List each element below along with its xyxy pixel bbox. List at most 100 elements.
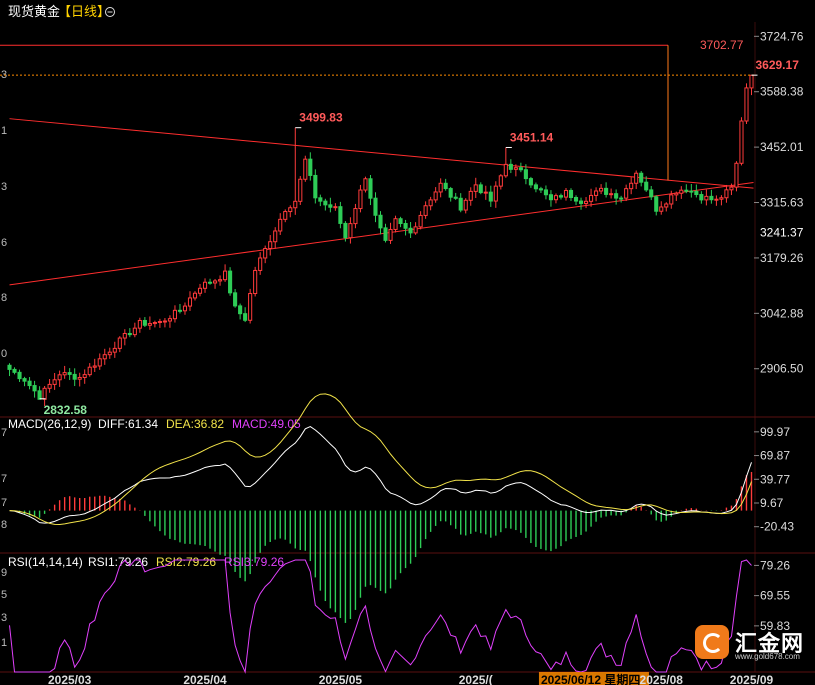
candle-body: [253, 269, 258, 295]
candle-body: [699, 194, 704, 201]
candle-body: [22, 378, 27, 382]
rsi2-label: RSI2:79.26: [156, 555, 216, 569]
left-stub-label-10: 9: [1, 567, 7, 579]
candle-body: [729, 186, 734, 191]
candle-body: [192, 292, 198, 299]
left-stub-label-9: 8: [1, 519, 7, 531]
candle-body: [172, 309, 178, 320]
candle-body: [278, 218, 283, 232]
candle-body: [147, 323, 152, 326]
candle-body: [187, 297, 193, 307]
candle-body: [594, 190, 599, 196]
candle-body: [117, 337, 122, 349]
candle-body: [443, 182, 448, 190]
candle-body: [248, 293, 253, 321]
candle-body: [448, 188, 453, 198]
candle-body: [498, 175, 503, 187]
macd-tick-label-0: 99.97: [760, 425, 790, 439]
candle-body: [604, 187, 609, 195]
candle-body: [32, 385, 37, 392]
candle-body: [112, 347, 117, 353]
last-price-label: 3241.37: [760, 226, 804, 240]
candle-body: [313, 174, 318, 199]
candle-body: [213, 280, 218, 284]
candle-body: [408, 227, 413, 234]
candle-body: [57, 374, 62, 381]
x-tick-label-3: 2025/(: [459, 673, 493, 685]
main-tick-label-2: 3452.01: [760, 140, 804, 154]
candle-body: [298, 178, 303, 202]
candle-body: [473, 184, 478, 192]
candle-body: [739, 120, 744, 164]
macd-tick-label-3: 9.67: [760, 496, 784, 510]
candle-body: [348, 223, 353, 239]
candle-body: [283, 211, 288, 220]
candle-body: [228, 270, 233, 294]
candle-body: [674, 192, 679, 196]
candle-body: [47, 383, 52, 389]
candle-body: [202, 281, 208, 289]
candle-body: [589, 194, 594, 202]
candle-body: [258, 257, 263, 271]
left-stub-label-5: 0: [1, 348, 7, 360]
candle-body: [704, 195, 709, 201]
candle-body: [238, 305, 243, 315]
candle-body: [724, 189, 729, 199]
candle-body: [508, 163, 513, 170]
candle-body: [343, 222, 348, 239]
main-tick-label-4: 3179.26: [760, 251, 804, 265]
chart-background: [0, 0, 815, 685]
candle-body: [719, 197, 724, 200]
candle-body: [122, 332, 127, 339]
gold-daily-chart[interactable]: 现货黄金 【日线】 3724.763588.383452.013315.6331…: [0, 0, 815, 685]
candle-body: [493, 185, 498, 202]
candle-body: [568, 189, 574, 198]
candle-body: [639, 172, 644, 183]
left-stub-label-11: 5: [1, 589, 7, 601]
candle-body: [127, 332, 132, 336]
candle-body: [483, 191, 488, 194]
candle-body: [263, 248, 268, 259]
candle-body: [488, 191, 493, 202]
candle-body: [478, 184, 483, 194]
candle-body: [614, 193, 619, 199]
candle-body: [684, 189, 689, 192]
candle-body: [463, 199, 468, 211]
candle-body: [107, 351, 112, 356]
main-tick-label-3: 3315.63: [760, 196, 804, 210]
candle-body: [102, 354, 107, 360]
candle-body: [548, 194, 554, 201]
candle-body: [664, 203, 669, 208]
candle-body: [518, 167, 523, 171]
candle-body: [177, 309, 183, 312]
x-tick-label-0: 2025/03: [48, 673, 92, 685]
marker-label: 3499.83: [299, 111, 343, 125]
x-tick-label-6: 2025/09: [730, 673, 774, 685]
rsi-tick-label-0: 79.26: [760, 558, 790, 572]
candle-body: [243, 313, 248, 321]
macd-tick-label-2: 39.77: [760, 472, 790, 486]
site-logo[interactable]: 汇金网 www.gold678.com: [695, 625, 807, 663]
candle-body: [558, 195, 564, 198]
left-stub-label-1: 1: [1, 125, 7, 137]
candle-body: [503, 163, 508, 177]
candle-body: [233, 292, 238, 307]
candle-body: [333, 206, 338, 209]
candle-body: [378, 214, 383, 229]
candle-body: [644, 181, 649, 191]
left-stub-label-12: 3: [1, 612, 7, 624]
candle-body: [453, 196, 458, 199]
rsi-title: RSI(14,14,14): [8, 555, 83, 569]
period-label[interactable]: 【日线】: [58, 4, 110, 19]
candle-body: [338, 206, 343, 224]
candle-body: [438, 182, 443, 193]
candle-body: [363, 178, 368, 191]
candle-body: [659, 206, 664, 212]
candle-body: [709, 195, 714, 201]
candle-body: [689, 190, 694, 193]
candle-body: [599, 187, 604, 192]
x-tick-label-2: 2025/05: [319, 673, 363, 685]
candle-body: [52, 379, 57, 385]
candle-body: [328, 204, 333, 208]
left-stub-label-8: 7: [1, 497, 7, 509]
